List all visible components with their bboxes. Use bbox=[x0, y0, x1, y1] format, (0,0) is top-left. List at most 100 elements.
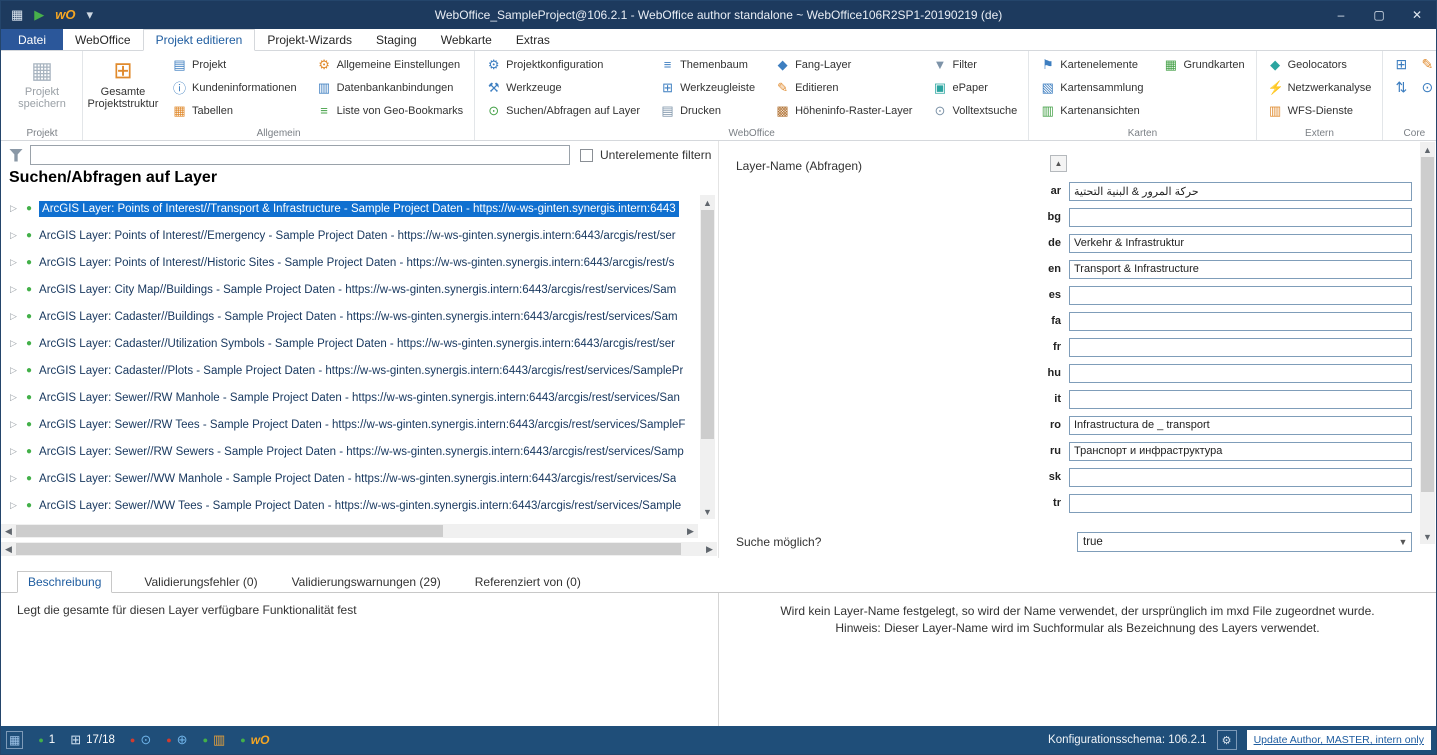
layer-name-input-bg[interactable] bbox=[1069, 208, 1412, 227]
weboffice-service-status[interactable]: ●wO bbox=[240, 733, 269, 747]
tree-item[interactable]: ▷●ArcGIS Layer: Sewer//WW Tees - Sample … bbox=[1, 492, 698, 519]
ribbon-button-wfs-dienste[interactable]: ▥WFS-Dienste bbox=[1264, 100, 1376, 121]
ribbon-button-höheninfo-raster-layer[interactable]: ▩Höheninfo-Raster-Layer bbox=[771, 100, 916, 121]
expand-caret-icon[interactable]: ▷ bbox=[10, 338, 19, 349]
tab-projekt-editieren[interactable]: Projekt editieren bbox=[143, 29, 256, 51]
scroll-down-arrow-icon[interactable]: ▼ bbox=[700, 504, 715, 519]
tree-item[interactable]: ▷●ArcGIS Layer: Cadaster//Buildings - Sa… bbox=[1, 303, 698, 330]
ribbon-button-epaper[interactable]: ▣ePaper bbox=[928, 77, 1021, 98]
tree-item[interactable]: ▷●ArcGIS Layer: Cadaster//Utilization Sy… bbox=[1, 330, 698, 357]
tab-staging[interactable]: Staging bbox=[364, 29, 429, 50]
expand-caret-icon[interactable]: ▷ bbox=[10, 392, 19, 403]
tab-weboffice[interactable]: WebOffice bbox=[63, 29, 143, 50]
tree-item[interactable]: ▷●ArcGIS Layer: Points of Interest//Emer… bbox=[1, 222, 698, 249]
layer-name-input-ro[interactable] bbox=[1069, 416, 1412, 435]
expand-caret-icon[interactable]: ▷ bbox=[10, 365, 19, 376]
tree-item[interactable]: ▷●ArcGIS Layer: Sewer//RW Sewers - Sampl… bbox=[1, 438, 698, 465]
ribbon-button-kartensammlung[interactable]: ▧Kartensammlung bbox=[1036, 77, 1147, 98]
ribbon-button-tabellen[interactable]: ▦Tabellen bbox=[168, 100, 301, 121]
search-service-status[interactable]: ●⊙ bbox=[130, 732, 151, 748]
tree-item[interactable]: ▷●ArcGIS Layer: Points of Interest//Tran… bbox=[1, 195, 698, 222]
layer-name-input-ar[interactable] bbox=[1069, 182, 1412, 201]
update-author-link[interactable]: Update Author, MASTER, intern only bbox=[1247, 730, 1431, 750]
scroll-left-arrow-icon[interactable]: ◀ bbox=[1, 542, 16, 556]
core-sync-icon[interactable]: ⇅ bbox=[1390, 79, 1412, 96]
layer-name-input-es[interactable] bbox=[1069, 286, 1412, 305]
properties-vscroll-thumb[interactable] bbox=[1421, 157, 1434, 492]
layer-count-status[interactable]: ⊞17/18 bbox=[70, 732, 115, 748]
ribbon-button-grundkarten[interactable]: ▦Grundkarten bbox=[1159, 54, 1248, 75]
expand-caret-icon[interactable]: ▷ bbox=[10, 284, 19, 295]
save-icon[interactable]: ▦ bbox=[11, 1, 23, 29]
ribbon-button-geolocators[interactable]: ◆Geolocators bbox=[1264, 54, 1376, 75]
tab-validierungsfehler-0[interactable]: Validierungsfehler (0) bbox=[142, 572, 259, 592]
app-tile-icon[interactable]: ▦ bbox=[6, 731, 23, 749]
tree-item[interactable]: ▷●ArcGIS Layer: City Map//Buildings - Sa… bbox=[1, 276, 698, 303]
ribbon-button-suchen-abfragen-auf-layer[interactable]: ⊙Suchen/Abfragen auf Layer bbox=[482, 100, 644, 121]
layer-name-input-ru[interactable] bbox=[1069, 442, 1412, 461]
expand-caret-icon[interactable]: ▷ bbox=[10, 500, 19, 511]
scroll-up-arrow-icon[interactable]: ▲ bbox=[700, 195, 715, 210]
filter-input[interactable] bbox=[30, 145, 570, 165]
ribbon-button-datenbankanbindungen[interactable]: ▥Datenbankanbindungen bbox=[313, 77, 468, 98]
ribbon-button-allgemeine-einstellungen[interactable]: ⚙Allgemeine Einstellungen bbox=[313, 54, 468, 75]
weboffice-logo[interactable]: wO bbox=[55, 1, 75, 29]
ribbon-button-fang-layer[interactable]: ◆Fang-Layer bbox=[771, 54, 916, 75]
expand-caret-icon[interactable]: ▷ bbox=[10, 473, 19, 484]
layer-name-input-sk[interactable] bbox=[1069, 468, 1412, 487]
tree-vscroll-thumb[interactable] bbox=[701, 210, 714, 439]
tree-hscroll-thumb[interactable] bbox=[16, 525, 443, 537]
caret-down-icon[interactable]: ▾ bbox=[87, 1, 94, 29]
ribbon-button-editieren[interactable]: ✎Editieren bbox=[771, 77, 916, 98]
core-brush-icon[interactable]: ✎ bbox=[1416, 56, 1437, 73]
layer-name-input-hu[interactable] bbox=[1069, 364, 1412, 383]
form-scroll-up-button[interactable]: ▲ bbox=[1050, 155, 1067, 172]
globe-service-status[interactable]: ●⊕ bbox=[166, 732, 187, 748]
core-user-search-icon[interactable]: ⊙ bbox=[1416, 79, 1437, 96]
tab-extras[interactable]: Extras bbox=[504, 29, 562, 50]
expand-caret-icon[interactable]: ▷ bbox=[10, 257, 19, 268]
ribbon-button-werkzeuge[interactable]: ⚒Werkzeuge bbox=[482, 77, 644, 98]
ribbon-button-liste-von-geo-bookmarks[interactable]: ≡Liste von Geo-Bookmarks bbox=[313, 100, 468, 121]
core-grid-icon[interactable]: ⊞ bbox=[1390, 56, 1412, 73]
tree-item[interactable]: ▷●ArcGIS Layer: Points of Interest//Hist… bbox=[1, 249, 698, 276]
expand-caret-icon[interactable]: ▷ bbox=[10, 311, 19, 322]
tree-item[interactable]: ▷●ArcGIS Layer: Sewer//RW Tees - Sample … bbox=[1, 411, 698, 438]
search-possible-select[interactable]: true ▼ bbox=[1077, 532, 1412, 552]
project-count-status[interactable]: ●1 bbox=[38, 734, 55, 746]
layer-name-input-fa[interactable] bbox=[1069, 312, 1412, 331]
tree-item[interactable]: ▷●ArcGIS Layer: Cadaster//Plots - Sample… bbox=[1, 357, 698, 384]
layer-name-input-en[interactable] bbox=[1069, 260, 1412, 279]
ribbon-button-werkzeugleiste[interactable]: ⊞Werkzeugleiste bbox=[656, 77, 759, 98]
expand-caret-icon[interactable]: ▷ bbox=[10, 230, 19, 241]
layer-name-input-de[interactable] bbox=[1069, 234, 1412, 253]
scroll-up-arrow-icon[interactable]: ▲ bbox=[1420, 142, 1435, 157]
ribbon-button-kartenansichten[interactable]: ▥Kartenansichten bbox=[1036, 100, 1147, 121]
tab-datei[interactable]: Datei bbox=[1, 29, 63, 50]
ribbon-button-drucken[interactable]: ▤Drucken bbox=[656, 100, 759, 121]
tree-item[interactable]: ▷●ArcGIS Layer: Sewer//WW Manhole - Samp… bbox=[1, 465, 698, 492]
scroll-left-arrow-icon[interactable]: ◀ bbox=[1, 524, 16, 538]
maximize-button[interactable]: ▢ bbox=[1360, 1, 1398, 29]
ribbon-button-volltextsuche[interactable]: ⊙Volltextsuche bbox=[928, 100, 1021, 121]
minimize-button[interactable]: – bbox=[1322, 1, 1360, 29]
layer-name-input-fr[interactable] bbox=[1069, 338, 1412, 357]
expand-caret-icon[interactable]: ▷ bbox=[10, 446, 19, 457]
package-service-status[interactable]: ●▥ bbox=[203, 732, 226, 748]
tab-projekt-wizards[interactable]: Projekt-Wizards bbox=[255, 29, 364, 50]
layer-name-input-tr[interactable] bbox=[1069, 494, 1412, 513]
key-icon[interactable]: ⚙ bbox=[1217, 730, 1237, 750]
subelements-filter-checkbox[interactable] bbox=[580, 149, 593, 162]
ribbon-button-projektkonfiguration[interactable]: ⚙Projektkonfiguration bbox=[482, 54, 644, 75]
ribbon-button-kundeninformationen[interactable]: ⓘKundeninformationen bbox=[168, 77, 301, 98]
ribbon-button-kartenelemente[interactable]: ⚑Kartenelemente bbox=[1036, 54, 1147, 75]
scroll-right-arrow-icon[interactable]: ▶ bbox=[683, 524, 698, 538]
tree-item[interactable]: ▷●ArcGIS Layer: Sewer//RW Manhole - Samp… bbox=[1, 384, 698, 411]
tab-beschreibung[interactable]: Beschreibung bbox=[17, 571, 112, 593]
ribbon-button-projekt[interactable]: ▤Projekt bbox=[168, 54, 301, 75]
tab-validierungswarnungen-29[interactable]: Validierungswarnungen (29) bbox=[290, 572, 443, 592]
layer-name-input-it[interactable] bbox=[1069, 390, 1412, 409]
expand-caret-icon[interactable]: ▷ bbox=[10, 203, 19, 214]
scroll-right-arrow-icon[interactable]: ▶ bbox=[702, 542, 717, 556]
ribbon-button-themenbaum[interactable]: ≡Themenbaum bbox=[656, 54, 759, 75]
